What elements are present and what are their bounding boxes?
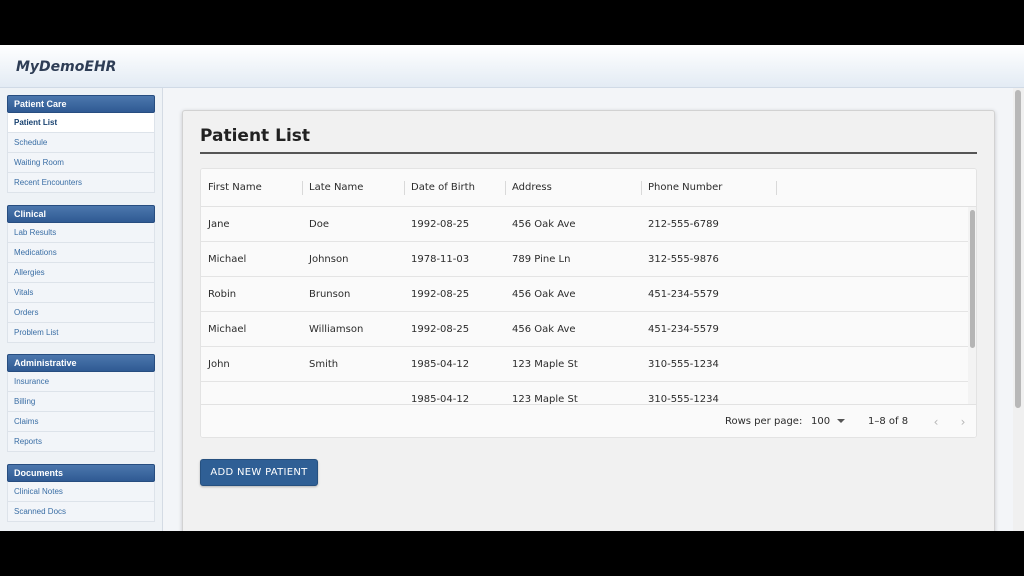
column-separator[interactable] — [641, 181, 642, 195]
app-brand: MyDemoEHR — [16, 59, 117, 75]
table-cell: 1978-11-03 — [411, 254, 470, 265]
page-range: 1–8 of 8 — [868, 416, 909, 427]
title-divider — [200, 152, 977, 154]
sidebar-item[interactable]: Scanned Docs — [7, 502, 155, 522]
table-cell: John — [208, 359, 230, 370]
table-cell: 1992-08-25 — [411, 324, 470, 335]
sidebar-section: Administrative Insurance Billing Claims Repo… — [7, 354, 155, 452]
table-cell: 1992-08-25 — [411, 289, 470, 300]
table-cell — [201, 382, 302, 404]
column-header[interactable]: First Name — [201, 169, 302, 207]
sidebar-section: Clinical Lab Results Medications Allergies V… — [7, 205, 155, 343]
table-cell: Robin — [208, 289, 237, 300]
table-cell: Brunson — [309, 289, 351, 300]
sidebar-section: Patient Care Patient List Schedule Waiting … — [7, 95, 155, 193]
column-separator[interactable] — [776, 181, 777, 195]
table-cell: 212-555-6789 — [648, 219, 719, 230]
sidebar-item[interactable]: Allergies — [7, 263, 155, 283]
table-row[interactable]: Michael Johnson 1978-11-03 789 Pine Ln 312-5… — [201, 242, 968, 277]
sidebar-item[interactable]: Claims — [7, 412, 155, 432]
sidebar-section-header[interactable]: Administrative — [7, 354, 155, 372]
table-header: First Name Late Name Date of Birth Address P… — [201, 169, 976, 207]
caret-down-icon — [837, 419, 846, 423]
sidebar-item[interactable]: Vitals — [7, 283, 155, 303]
sidebar-item[interactable]: Waiting Room — [7, 153, 155, 173]
column-separator[interactable] — [505, 181, 506, 195]
chevron-left-icon: ‹ — [933, 415, 939, 429]
rows-per-page-label: Rows per page: — [725, 416, 803, 427]
patient-list-card: Patient List First Name Late Name Date of … — [182, 110, 995, 531]
sidebar-item[interactable]: Patient List — [7, 113, 155, 133]
sidebar-item[interactable]: Insurance — [7, 372, 155, 392]
column-header[interactable]: Address — [505, 169, 641, 207]
column-header[interactable]: Date of Birth — [404, 169, 505, 207]
prev-page-button[interactable]: ‹ — [928, 413, 944, 431]
app-window: MyDemoEHR Patient Care Patient List Schedu… — [0, 45, 1024, 531]
sidebar-item[interactable]: Reports — [7, 432, 155, 452]
table-row[interactable]: Robin Brunson 1992-08-25 456 Oak Ave 451-234… — [201, 277, 968, 312]
sidebar-item[interactable]: Problem List — [7, 323, 155, 343]
table-row[interactable]: Michael Williamson 1992-08-25 456 Oak Ave 45… — [201, 312, 968, 347]
table-cell: 451-234-5579 — [648, 289, 719, 300]
add-new-patient-button[interactable]: ADD NEW PATIENT — [200, 459, 318, 486]
main-scrollbar-thumb[interactable] — [1015, 90, 1021, 408]
column-header[interactable]: Phone Number — [641, 169, 776, 207]
table-cell: Doe — [309, 219, 329, 230]
sidebar-item[interactable]: Clinical Notes — [7, 482, 155, 502]
table-cell: 456 Oak Ave — [512, 289, 576, 300]
table-footer: Rows per page: 100 1–8 of 8 ‹ › — [201, 404, 976, 437]
table-cell: 123 Maple St — [512, 394, 578, 404]
sidebar-item[interactable]: Lab Results — [7, 223, 155, 243]
table-cell: Jane — [208, 219, 230, 230]
table-cell: 451-234-5579 — [648, 324, 719, 335]
sidebar-item[interactable]: Billing — [7, 392, 155, 412]
page-title: Patient List — [200, 126, 311, 146]
table-cell: 312-555-9876 — [648, 254, 719, 265]
table-body: Jane Doe 1992-08-25 456 Oak Ave 212-555-6789… — [201, 207, 968, 404]
table-cell: Smith — [309, 359, 339, 370]
table-row[interactable]: 1985-04-12 123 Maple St 310-555-1234 — [201, 382, 968, 404]
rows-per-page-select[interactable]: 100 — [811, 413, 846, 431]
sidebar: Patient Care Patient List Schedule Waiting … — [0, 88, 163, 531]
app-header: MyDemoEHR — [0, 45, 1024, 88]
sidebar-section-header[interactable]: Patient Care — [7, 95, 155, 113]
column-separator[interactable] — [302, 181, 303, 195]
table-cell: 789 Pine Ln — [512, 254, 571, 265]
table-cell: 1985-04-12 — [411, 394, 470, 404]
chevron-right-icon: › — [960, 415, 966, 429]
table-row[interactable]: John Smith 1985-04-12 123 Maple St 310-555-1… — [201, 347, 968, 382]
column-separator[interactable] — [404, 181, 405, 195]
table-scrollbar[interactable] — [968, 207, 976, 404]
table-row[interactable]: Jane Doe 1992-08-25 456 Oak Ave 212-555-6789 — [201, 207, 968, 242]
sidebar-item[interactable]: Schedule — [7, 133, 155, 153]
table-cell: Williamson — [309, 324, 364, 335]
table-cell: Michael — [208, 324, 247, 335]
rows-per-page-value: 100 — [811, 416, 831, 427]
table-cell: Michael — [208, 254, 247, 265]
sidebar-item[interactable]: Recent Encounters — [7, 173, 155, 193]
table-cell: 310-555-1234 — [648, 394, 719, 404]
main-scrollbar[interactable] — [1013, 88, 1024, 531]
sidebar-item[interactable]: Medications — [7, 243, 155, 263]
sidebar-section-header[interactable]: Documents — [7, 464, 155, 482]
column-header[interactable]: Late Name — [302, 169, 404, 207]
table-cell: 1992-08-25 — [411, 219, 470, 230]
table-cell: 456 Oak Ave — [512, 219, 576, 230]
sidebar-item[interactable]: Orders — [7, 303, 155, 323]
table-cell: 123 Maple St — [512, 359, 578, 370]
sidebar-section-header[interactable]: Clinical — [7, 205, 155, 223]
patient-table: First Name Late Name Date of Birth Address P… — [200, 168, 977, 438]
table-cell: 310-555-1234 — [648, 359, 719, 370]
table-cell: 456 Oak Ave — [512, 324, 576, 335]
next-page-button[interactable]: › — [955, 413, 971, 431]
table-cell: 1985-04-12 — [411, 359, 470, 370]
sidebar-section: Documents Clinical Notes Scanned Docs — [7, 464, 155, 522]
table-cell: Johnson — [309, 254, 349, 265]
table-scrollbar-thumb[interactable] — [970, 210, 975, 348]
table-cell — [302, 382, 404, 404]
